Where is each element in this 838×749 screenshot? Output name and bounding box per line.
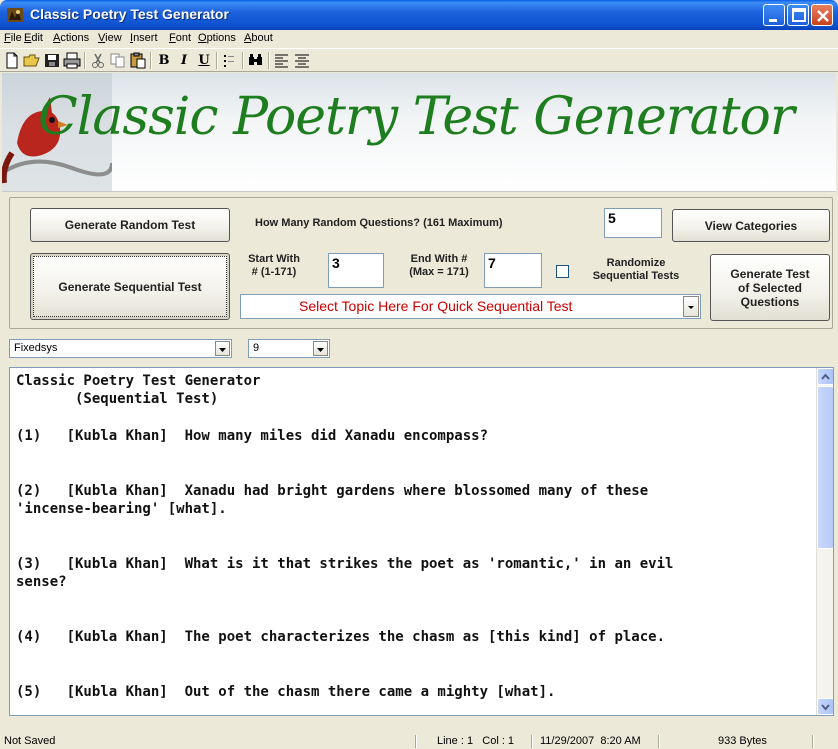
menu-about[interactable]: About (244, 32, 273, 44)
editor-line: sense? (16, 574, 67, 591)
date-time: 11/29/2007 8:20 AM (540, 735, 641, 747)
save-status: Not Saved (4, 735, 56, 747)
print-icon[interactable] (62, 51, 82, 70)
test-text-editor[interactable]: Classic Poetry Test Generator (Sequentia… (9, 367, 834, 716)
scroll-up-button[interactable] (817, 368, 833, 385)
start-with-label: Start With # (1-171) (248, 253, 300, 278)
window-title: Classic Poetry Test Generator (30, 6, 229, 22)
copy-icon[interactable] (108, 51, 128, 70)
toolbar-separator (150, 52, 152, 69)
start-with-input[interactable]: 3 (328, 253, 384, 288)
generate-random-test-button[interactable]: Generate Random Test (30, 208, 230, 242)
editor-line: (2) [Kubla Khan] Xanadu had bright garde… (16, 482, 649, 499)
save-icon[interactable] (42, 51, 62, 70)
randomize-checkbox[interactable] (556, 265, 569, 278)
font-name-value: Fixedsys (14, 342, 58, 354)
minimize-button[interactable] (763, 4, 785, 26)
toolbar-separator (84, 52, 86, 69)
banner: Classic Poetry Test Generator (2, 73, 836, 192)
status-separator (415, 735, 417, 748)
close-button[interactable] (811, 4, 833, 26)
font-name-select[interactable]: Fixedsys (9, 339, 232, 358)
end-with-label: End With # (Max = 171) (409, 253, 469, 278)
random-count-input[interactable]: 5 (604, 208, 662, 238)
cut-icon[interactable] (88, 51, 108, 70)
status-bar: Not Saved Line : 1 Col : 1 11/29/2007 8:… (0, 734, 838, 749)
editor-line: Classic Poetry Test Generator (16, 373, 261, 389)
editor-content[interactable]: Classic Poetry Test Generator (Sequentia… (16, 372, 673, 701)
font-size-value: 9 (253, 342, 260, 354)
open-folder-icon[interactable] (22, 51, 42, 70)
status-separator (531, 735, 533, 748)
generate-sequential-test-button[interactable]: Generate Sequential Test (30, 253, 230, 320)
chevron-down-icon (219, 348, 226, 352)
scroll-thumb[interactable] (817, 386, 833, 549)
menu-options[interactable]: Options (198, 32, 236, 44)
font-name-dropdown-arrow[interactable] (215, 341, 230, 356)
menu-insert[interactable]: Insert (130, 32, 158, 44)
editor-line: (3) [Kubla Khan] What is it that strikes… (16, 555, 674, 572)
menu-bar: File Edit Actions View Insert Font Optio… (0, 30, 838, 48)
menu-font[interactable]: Font (169, 32, 191, 44)
menu-file[interactable]: File (4, 32, 22, 44)
vertical-scrollbar[interactable] (816, 368, 833, 715)
chevron-up-icon (821, 373, 830, 380)
find-icon[interactable] (246, 51, 266, 70)
editor-line: (4) [Kubla Khan] The poet characterizes … (16, 629, 666, 646)
align-left-icon[interactable] (272, 51, 292, 70)
chevron-down-icon (688, 306, 694, 309)
italic-icon[interactable]: I (174, 51, 194, 70)
app-icon (7, 8, 23, 22)
scroll-down-button[interactable] (817, 698, 833, 715)
topic-select-value: Select Topic Here For Quick Sequential T… (299, 298, 573, 314)
editor-line: (1) [Kubla Khan] How many miles did Xana… (16, 427, 489, 444)
font-size-select[interactable]: 9 (248, 339, 330, 358)
editor-line: 'incense-bearing' [what]. (16, 501, 227, 518)
paste-icon[interactable] (128, 51, 148, 70)
bullets-icon[interactable] (220, 51, 240, 70)
toolbar: B I U (0, 48, 838, 72)
topic-select[interactable]: Select Topic Here For Quick Sequential T… (240, 294, 701, 319)
topic-dropdown-arrow[interactable] (683, 296, 699, 317)
toolbar-separator (216, 52, 218, 69)
menu-view[interactable]: View (98, 32, 122, 44)
view-categories-button[interactable]: View Categories (672, 209, 830, 242)
toolbar-separator (268, 52, 270, 69)
cursor-position: Line : 1 Col : 1 (437, 735, 515, 747)
font-size-dropdown-arrow[interactable] (313, 341, 328, 356)
random-questions-label: How Many Random Questions? (161 Maximum) (255, 217, 503, 229)
editor-line: (5) [Kubla Khan] Out of the chasm there … (16, 684, 556, 701)
editor-line: (Sequential Test) (16, 391, 219, 408)
underline-icon[interactable]: U (194, 51, 214, 70)
new-file-icon[interactable] (2, 51, 22, 70)
generate-selected-questions-button[interactable]: Generate Test of Selected Questions (710, 254, 830, 321)
title-bar: Classic Poetry Test Generator (0, 0, 838, 30)
align-center-icon[interactable] (292, 51, 312, 70)
end-with-input[interactable]: 7 (484, 253, 542, 288)
menu-actions[interactable]: Actions (53, 32, 89, 44)
chevron-down-icon (317, 348, 324, 352)
menu-edit[interactable]: Edit (24, 32, 43, 44)
status-separator (658, 735, 660, 748)
bold-icon[interactable]: B (154, 51, 174, 70)
toolbar-separator (242, 52, 244, 69)
status-separator (812, 735, 814, 748)
randomize-label: Randomize Sequential Tests (592, 257, 680, 282)
file-size: 933 Bytes (718, 735, 767, 747)
maximize-button[interactable] (787, 4, 809, 26)
banner-title: Classic Poetry Test Generator (38, 87, 795, 147)
chevron-down-icon (821, 704, 830, 711)
